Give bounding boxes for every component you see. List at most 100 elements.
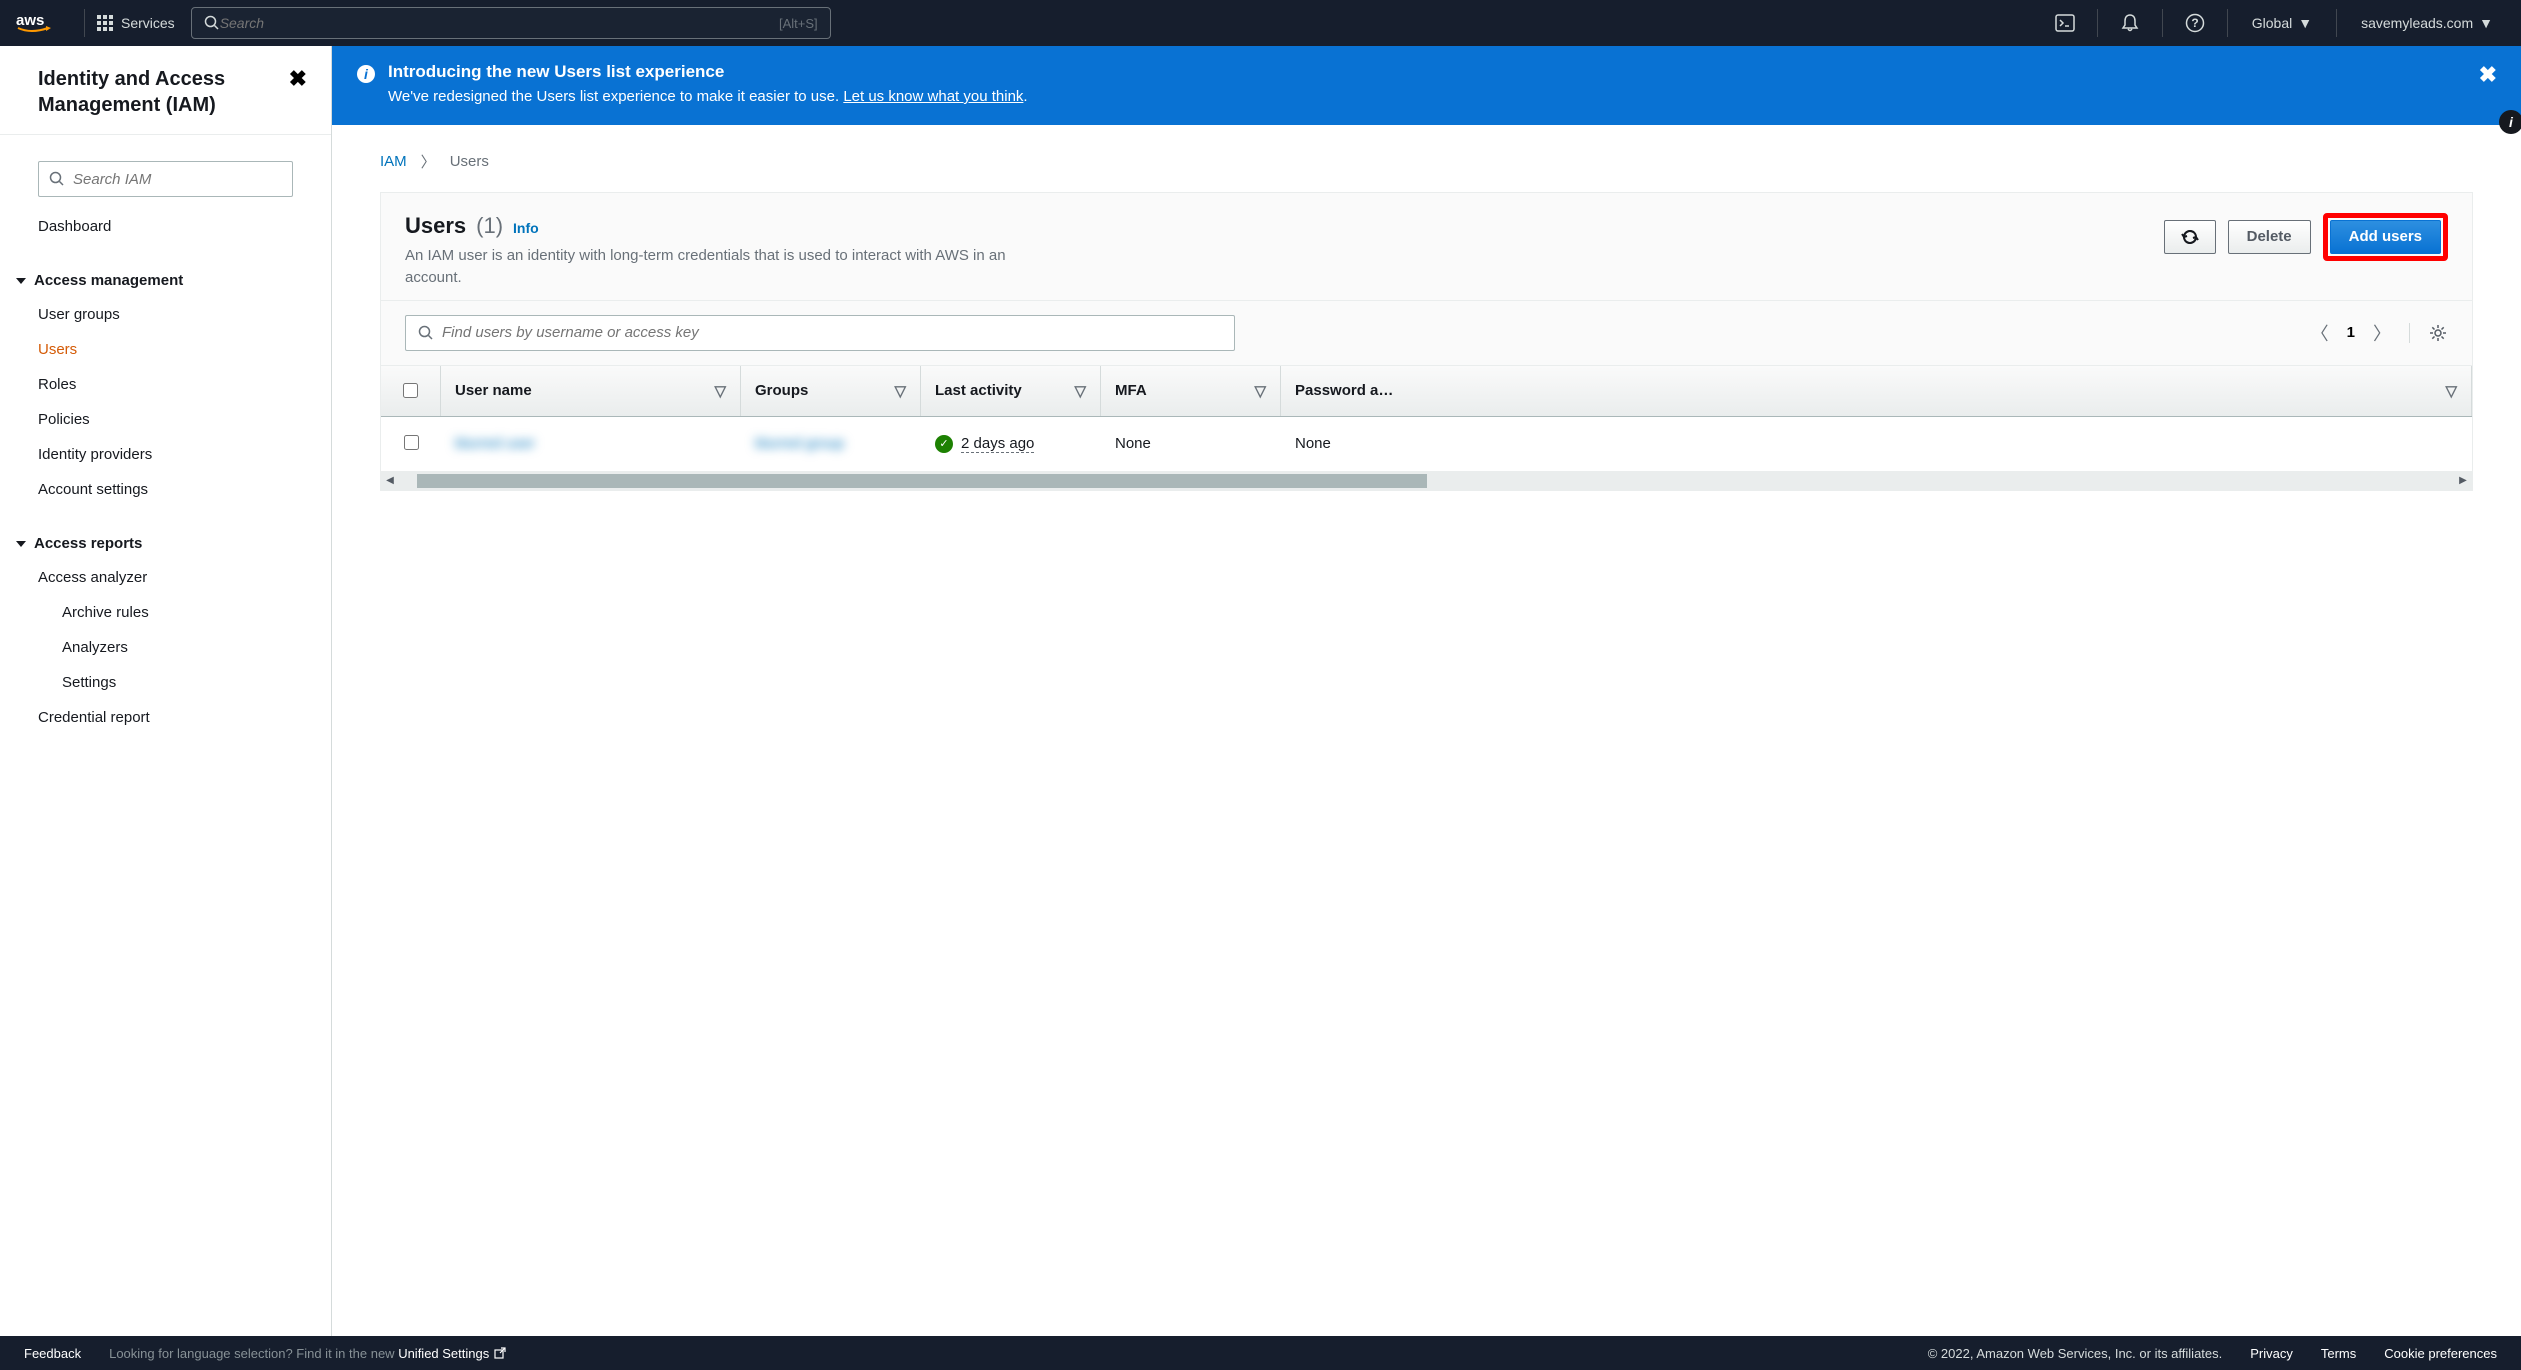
search-shortcut: [Alt+S]: [779, 16, 818, 31]
privacy-link[interactable]: Privacy: [2250, 1346, 2293, 1361]
svg-text:aws: aws: [16, 12, 44, 29]
scroll-thumb[interactable]: [417, 474, 1427, 488]
table-row: blurred user blurred group ✓ 2 days ago …: [381, 417, 2472, 472]
sidebar-item-users[interactable]: Users: [0, 332, 331, 367]
services-label: Services: [121, 15, 175, 31]
divider: [84, 9, 85, 37]
help-icon: ?: [2185, 13, 2205, 33]
sort-icon[interactable]: ▽: [714, 382, 726, 400]
breadcrumb-current: Users: [450, 153, 489, 170]
search-input[interactable]: [220, 15, 779, 31]
sidebar-item-policies[interactable]: Policies: [0, 402, 331, 437]
unified-settings-link[interactable]: Unified Settings: [398, 1346, 507, 1361]
banner-close-button[interactable]: ✖: [2479, 62, 2497, 88]
sidebar-section-access-reports[interactable]: Access reports: [0, 525, 331, 560]
refresh-button[interactable]: [2164, 220, 2216, 254]
row-checkbox[interactable]: [404, 435, 419, 450]
global-search[interactable]: [Alt+S]: [191, 7, 831, 39]
column-groups[interactable]: Groups▽: [741, 366, 921, 416]
aws-logo[interactable]: aws: [16, 11, 56, 35]
column-username[interactable]: User name▽: [441, 366, 741, 416]
sort-icon[interactable]: ▽: [2445, 382, 2457, 400]
aws-logo-icon: aws: [16, 11, 56, 35]
sidebar-item-dashboard[interactable]: Dashboard: [0, 209, 331, 244]
banner-feedback-link[interactable]: Let us know what you think: [843, 88, 1023, 105]
sort-icon[interactable]: ▽: [1254, 382, 1266, 400]
topnav-right: ? Global ▼ savemyleads.com ▼: [2045, 9, 2505, 37]
help-button[interactable]: ?: [2175, 13, 2215, 33]
row-select[interactable]: [381, 417, 441, 471]
sidebar-item-archive-rules[interactable]: Archive rules: [0, 595, 331, 630]
divider: [2227, 9, 2228, 37]
gear-icon: [2428, 323, 2448, 343]
region-selector[interactable]: Global ▼: [2240, 15, 2324, 31]
column-password[interactable]: Password a…▽: [1281, 366, 2472, 416]
feedback-link[interactable]: Feedback: [24, 1346, 81, 1361]
refresh-icon: [2181, 228, 2199, 246]
info-icon: i: [356, 64, 376, 84]
side-info-button[interactable]: i: [2499, 110, 2521, 134]
panel-title: Users: [405, 213, 466, 239]
footer: Feedback Looking for language selection?…: [0, 1336, 2521, 1370]
cookie-preferences-link[interactable]: Cookie preferences: [2384, 1346, 2497, 1361]
sidebar-search[interactable]: [38, 161, 293, 197]
info-link[interactable]: Info: [513, 220, 539, 236]
sidebar-item-settings[interactable]: Settings: [0, 665, 331, 700]
divider: [2162, 9, 2163, 37]
caret-down-icon: ▼: [2298, 15, 2312, 31]
sidebar-item-user-groups[interactable]: User groups: [0, 297, 331, 332]
sidebar-search-input[interactable]: [73, 171, 282, 188]
delete-button[interactable]: Delete: [2228, 220, 2311, 254]
panel-count: (1): [476, 213, 503, 239]
scroll-left-icon[interactable]: ◀: [381, 475, 399, 486]
copyright: © 2022, Amazon Web Services, Inc. or its…: [1928, 1346, 2223, 1361]
sidebar-item-analyzers[interactable]: Analyzers: [0, 630, 331, 665]
column-last-activity[interactable]: Last activity▽: [921, 366, 1101, 416]
select-all-checkbox[interactable]: [403, 383, 418, 398]
external-link-icon: [493, 1346, 507, 1360]
table-settings-button[interactable]: [2409, 323, 2448, 343]
column-mfa[interactable]: MFA▽: [1101, 366, 1281, 416]
sidebar-item-identity-providers[interactable]: Identity providers: [0, 437, 331, 472]
notifications-button[interactable]: [2110, 13, 2150, 33]
panel-header: Users (1) Info An IAM user is an identit…: [381, 193, 2472, 301]
sort-icon[interactable]: ▽: [894, 382, 906, 400]
search-icon: [49, 171, 65, 187]
breadcrumb-iam[interactable]: IAM: [380, 153, 407, 170]
info-banner: i Introducing the new Users list experie…: [332, 46, 2521, 125]
terms-link[interactable]: Terms: [2321, 1346, 2356, 1361]
sidebar-search-wrap: [0, 135, 331, 209]
sidebar-title: Identity and Access Management (IAM): [38, 66, 289, 118]
table-search-input[interactable]: [442, 324, 1222, 341]
next-page-button[interactable]: 〉: [2373, 320, 2391, 346]
add-users-button[interactable]: Add users: [2330, 220, 2441, 254]
horizontal-scrollbar[interactable]: ◀ ▶: [381, 472, 2472, 490]
scroll-right-icon[interactable]: ▶: [2454, 475, 2472, 486]
divider: [2097, 9, 2098, 37]
services-button[interactable]: Services: [97, 15, 175, 31]
sort-icon[interactable]: ▽: [1074, 382, 1086, 400]
pagination: 〈 1 〉: [2311, 320, 2448, 346]
sidebar-item-credential-report[interactable]: Credential report: [0, 700, 331, 735]
search-icon: [204, 15, 220, 31]
cloudshell-button[interactable]: [2045, 14, 2085, 32]
select-all-header[interactable]: [381, 366, 441, 416]
svg-text:?: ?: [2191, 16, 2198, 30]
main-content: i Introducing the new Users list experie…: [332, 46, 2521, 1336]
sidebar-section-access-management[interactable]: Access management: [0, 262, 331, 297]
sidebar-item-account-settings[interactable]: Account settings: [0, 472, 331, 507]
banner-title: Introducing the new Users list experienc…: [388, 62, 2467, 82]
page-number: 1: [2347, 324, 2355, 341]
close-sidebar-button[interactable]: ✖: [289, 66, 307, 92]
account-selector[interactable]: savemyleads.com ▼: [2349, 15, 2505, 31]
table-search[interactable]: [405, 315, 1235, 351]
cloudshell-icon: [2055, 14, 2075, 32]
cell-username[interactable]: blurred user: [441, 417, 741, 471]
prev-page-button[interactable]: 〈: [2311, 320, 2329, 346]
add-users-highlight: Add users: [2323, 213, 2448, 261]
sidebar-item-roles[interactable]: Roles: [0, 367, 331, 402]
users-panel: Users (1) Info An IAM user is an identit…: [380, 192, 2473, 491]
sidebar-item-access-analyzer[interactable]: Access analyzer: [0, 560, 331, 595]
panel-description: An IAM user is an identity with long-ter…: [405, 245, 1055, 290]
footer-lang-text: Looking for language selection? Find it …: [109, 1346, 507, 1361]
